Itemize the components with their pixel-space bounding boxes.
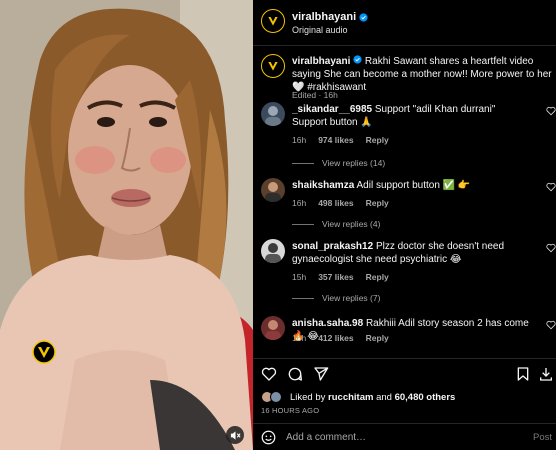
download-icon[interactable]	[538, 366, 554, 382]
post-comment-button[interactable]: Post	[533, 432, 552, 443]
comment-likes[interactable]: 498 likes	[318, 198, 353, 208]
commenter-username[interactable]: _sikandar__6985	[292, 104, 372, 115]
mute-button[interactable]	[226, 426, 244, 444]
video-frame-image	[0, 0, 253, 450]
comment-likes[interactable]: 412 likes	[318, 333, 353, 343]
view-replies-button[interactable]: View replies (4)	[292, 219, 380, 229]
comment-likes[interactable]: 974 likes	[318, 135, 353, 145]
viral-logo-icon	[268, 17, 278, 26]
commenter-username[interactable]: sonal_prakash12	[292, 241, 373, 252]
replies-divider-line	[292, 297, 314, 299]
verified-badge-icon	[353, 55, 362, 64]
user-avatar-image	[261, 178, 285, 202]
user-avatar-image	[261, 239, 285, 263]
author-avatar[interactable]	[261, 9, 285, 33]
like-comment-heart-icon[interactable]	[546, 320, 556, 330]
caption-username[interactable]: viralbhayani	[292, 56, 350, 67]
view-replies-button[interactable]: View replies (7)	[292, 293, 380, 303]
author-username-row[interactable]: viralbhayani	[292, 11, 368, 23]
comment-meta: 16h 974 likes Reply	[292, 135, 389, 145]
post-timestamp: 16 HOURS AGO	[261, 406, 320, 415]
reply-button[interactable]: Reply	[366, 135, 389, 145]
user-avatar-image	[261, 102, 285, 126]
user-avatar-image	[261, 316, 285, 340]
likes-conjunction: and	[373, 391, 395, 403]
reply-button[interactable]: Reply	[366, 272, 389, 282]
add-comment-input[interactable]	[286, 429, 506, 446]
reply-button[interactable]: Reply	[366, 333, 389, 343]
liker-avatars	[261, 391, 285, 403]
comment-time: 16h	[292, 198, 307, 208]
like-comment-heart-icon[interactable]	[546, 182, 556, 192]
commenter-username[interactable]: shaikshamza	[292, 180, 354, 191]
comment-text: Adil support button ✅ 👉	[356, 180, 471, 191]
view-replies-button[interactable]: View replies (14)	[292, 158, 385, 168]
post-details-panel: viralbhayani Original audio viralbhayani	[253, 0, 556, 450]
emoji-smiley-icon[interactable]	[261, 430, 276, 445]
commenter-avatar[interactable]	[261, 178, 285, 202]
view-replies-label[interactable]: View replies (14)	[322, 158, 385, 168]
caption-meta: Edited · 16h	[292, 90, 338, 100]
audio-label[interactable]: Original audio	[292, 25, 348, 35]
verified-badge-icon	[359, 12, 368, 22]
post-media-video[interactable]	[0, 0, 253, 450]
replies-divider-line	[292, 223, 314, 225]
comment-text-block: _sikandar__6985 Support "adil Khan durra…	[292, 103, 532, 129]
view-replies-label[interactable]: View replies (4)	[322, 219, 380, 229]
viral-logo-watermark-icon	[32, 340, 56, 364]
likes-summary[interactable]: Liked by rucchitam and 60,480 others	[261, 391, 455, 403]
likes-others-count[interactable]: 60,480 others	[395, 392, 456, 403]
like-comment-heart-icon[interactable]	[546, 243, 556, 253]
comment-bubble-icon[interactable]	[287, 366, 303, 382]
commenter-username[interactable]: anisha.saha.98	[292, 318, 363, 329]
share-send-icon[interactable]	[313, 366, 329, 382]
author-username[interactable]: viralbhayani	[292, 11, 356, 23]
view-replies-label[interactable]: View replies (7)	[322, 293, 380, 303]
viral-logo-icon	[268, 62, 278, 71]
add-comment-bar: Post	[253, 423, 556, 450]
comments-list[interactable]: viralbhayani Rakhi Sawant shares a heart…	[253, 46, 556, 358]
comment-text-block: shaikshamza Adil support button ✅ 👉	[292, 179, 532, 192]
comment-time: 15h	[292, 272, 307, 282]
likes-text: Liked by rucchitam and 60,480 others	[290, 392, 455, 403]
likes-prefix: Liked by	[290, 391, 329, 403]
liker-avatar	[270, 391, 282, 403]
comment-time: 16h	[292, 135, 307, 145]
comment-time: 16h	[292, 333, 307, 343]
replies-divider-line	[292, 162, 314, 164]
bookmark-save-icon[interactable]	[515, 366, 531, 382]
liker-username[interactable]: rucchitam	[328, 392, 373, 403]
comment-meta: 16h 498 likes Reply	[292, 198, 389, 208]
post-actions: Liked by rucchitam and 60,480 others 16 …	[253, 358, 556, 420]
commenter-avatar[interactable]	[261, 316, 285, 340]
comment-text-block: sonal_prakash12 Plzz doctor she doesn't …	[292, 240, 532, 266]
like-heart-icon[interactable]	[261, 366, 277, 382]
commenter-avatar[interactable]	[261, 239, 285, 263]
post-header: viralbhayani Original audio	[253, 0, 556, 46]
commenter-avatar[interactable]	[261, 102, 285, 126]
comment-meta: 16h 412 likes Reply	[292, 333, 389, 343]
like-comment-heart-icon[interactable]	[546, 106, 556, 116]
comment-likes[interactable]: 357 likes	[318, 272, 353, 282]
caption-text-block: viralbhayani Rakhi Sawant shares a heart…	[292, 55, 554, 94]
comment-meta: 15h 357 likes Reply	[292, 272, 389, 282]
reply-button[interactable]: Reply	[366, 198, 389, 208]
speaker-muted-icon	[230, 430, 241, 440]
caption-avatar[interactable]	[261, 54, 285, 78]
